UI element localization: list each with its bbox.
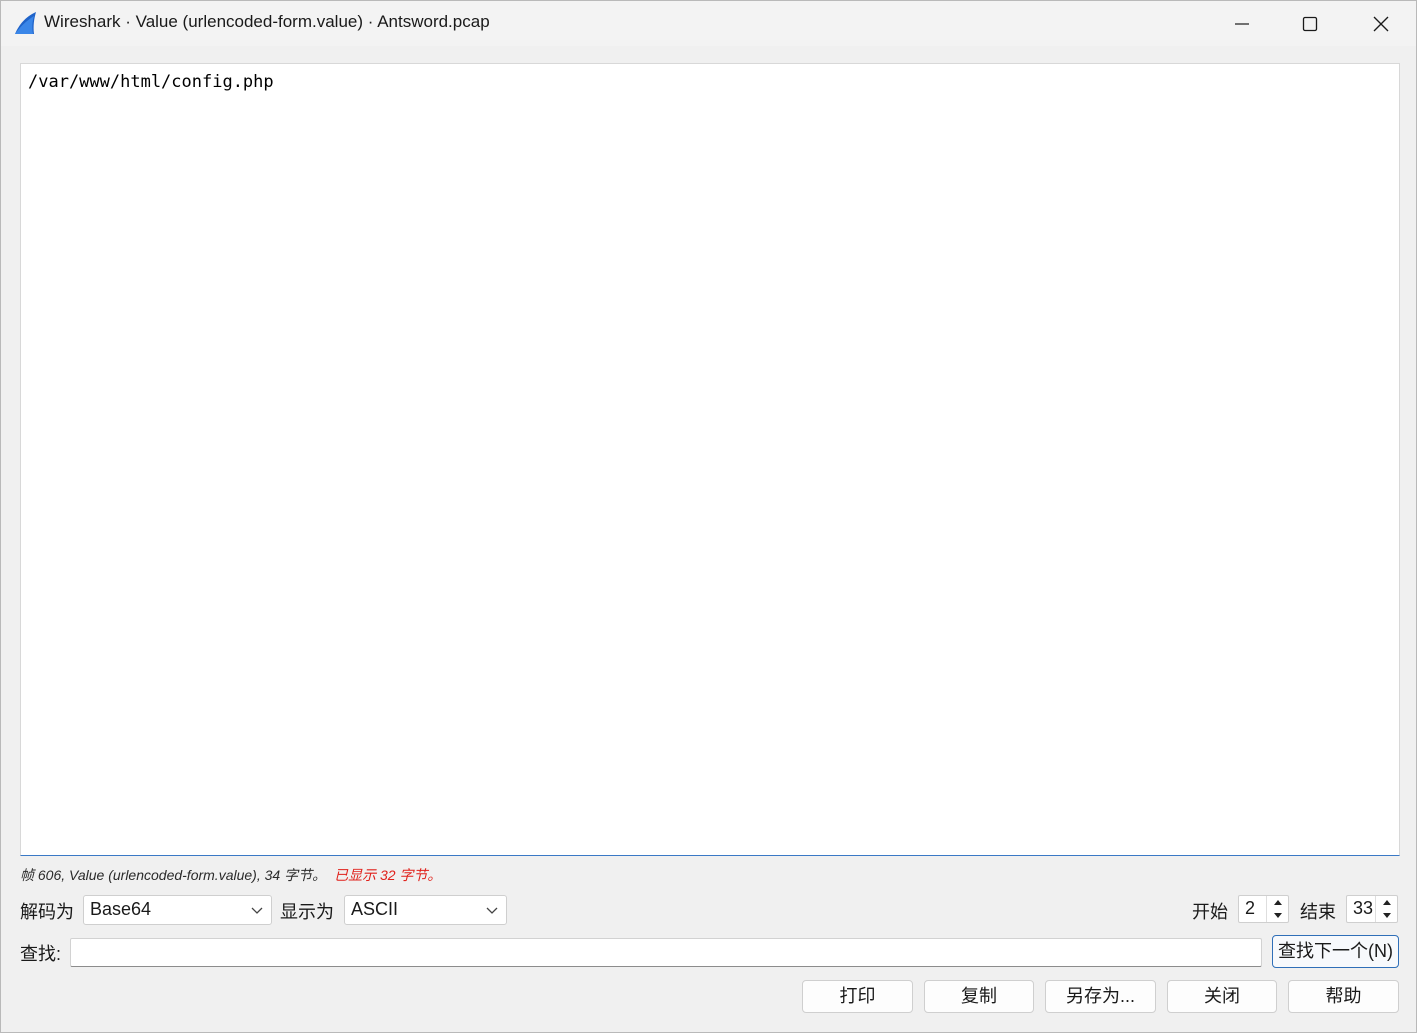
stream-content-text[interactable]: /var/www/html/config.php [20,63,1400,856]
end-increment-button[interactable] [1376,896,1397,909]
maximize-icon [1302,16,1318,31]
decode-as-select[interactable]: Base64 [83,895,272,925]
end-value: 33 [1353,898,1374,918]
start-value: 2 [1245,898,1256,918]
frame-summary: 帧 606, Value (urlencoded-form.value), 34… [20,867,327,883]
copy-button[interactable]: 复制 [924,980,1034,1013]
close-icon [1373,16,1389,31]
start-increment-button[interactable] [1267,896,1288,909]
maximize-button[interactable] [1275,1,1345,46]
show-as-value: ASCII [351,899,399,919]
show-as-select[interactable]: ASCII [344,895,507,925]
triangle-up-icon [1273,900,1282,905]
decode-as-label: 解码为 [20,902,74,922]
chevron-down-icon [251,907,263,914]
find-next-button[interactable]: 查找下一个(N) [1272,935,1399,968]
end-decrement-button[interactable] [1376,909,1397,922]
triangle-down-icon [1382,913,1391,918]
window-title: Wireshark · Value (urlencoded-form.value… [44,12,490,31]
end-spinbox[interactable]: 33 [1346,895,1398,923]
wireshark-fin-icon [15,12,36,34]
title-bar[interactable]: Wireshark · Value (urlencoded-form.value… [1,1,1416,46]
help-button[interactable]: 帮助 [1288,980,1399,1013]
follow-stream-dialog: Wireshark · Value (urlencoded-form.value… [0,0,1417,1033]
chevron-down-icon [486,907,498,914]
find-label: 查找: [20,944,62,964]
start-spinbox[interactable]: 2 [1238,895,1289,923]
start-label: 开始 [1192,902,1228,922]
shown-bytes-warning: 已显示 32 字节。 [334,867,442,883]
show-as-label: 显示为 [280,902,334,922]
minimize-icon [1235,22,1249,25]
find-input[interactable] [70,938,1262,967]
close-window-button[interactable] [1346,1,1416,46]
triangle-up-icon [1382,900,1391,905]
end-label: 结束 [1300,902,1336,922]
info-line: 帧 606, Value (urlencoded-form.value), 34… [20,865,441,885]
save-as-button[interactable]: 另存为... [1045,980,1156,1013]
close-button[interactable]: 关闭 [1167,980,1277,1013]
minimize-button[interactable] [1207,1,1277,46]
print-button[interactable]: 打印 [802,980,913,1013]
start-decrement-button[interactable] [1267,909,1288,922]
decode-as-value: Base64 [90,899,152,919]
triangle-down-icon [1273,913,1282,918]
